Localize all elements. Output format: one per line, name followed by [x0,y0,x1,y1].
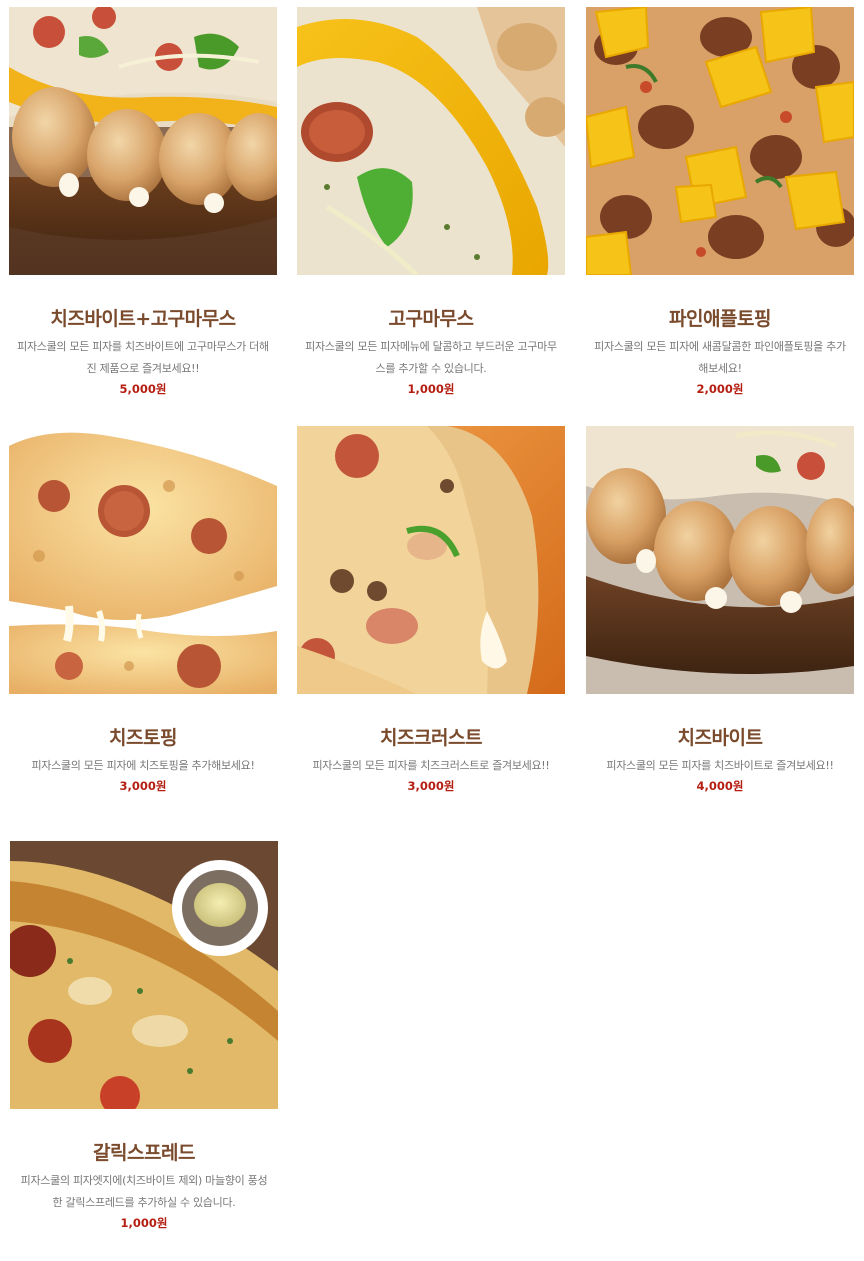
product-description: 피자스쿨의 모든 피자를 치즈바이트에 고구마무스가 더해진 제품으로 즐겨보세… [17,340,269,375]
pineapple-topping-photo [586,7,854,275]
sweet-potato-mousse-photo [297,7,565,275]
product-title[interactable]: 고구마무스 [297,307,565,331]
product-title[interactable]: 치즈크러스트 [297,726,565,750]
product-price: 3,000원 [407,779,455,793]
product-image[interactable] [297,426,565,694]
product-description: 피자스쿨의 모든 피자를 치즈바이트로 즐겨보세요!! [606,759,834,772]
product-card[interactable]: 파인애플토핑 피자스쿨의 모든 피자에 새콤달콤한 파인애플토핑을 추가해보세요… [586,7,854,397]
product-image[interactable] [586,426,854,694]
product-title[interactable]: 파인애플토핑 [586,307,854,331]
product-image[interactable] [586,7,854,275]
product-card[interactable]: 치즈크러스트 피자스쿨의 모든 피자를 치즈크러스트로 즐겨보세요!! 3,00… [297,426,565,794]
product-image[interactable] [9,7,277,275]
product-price: 4,000원 [696,779,744,793]
product-card[interactable]: 치즈토핑 피자스쿨의 모든 피자에 치즈토핑을 추가해보세요! 3,000원 [9,426,277,794]
product-card[interactable]: 치즈바이트+고구마무스 피자스쿨의 모든 피자를 치즈바이트에 고구마무스가 더… [9,7,277,397]
product-price: 2,000원 [696,382,744,396]
product-card[interactable]: 고구마무스 피자스쿨의 모든 피자메뉴에 달콤하고 부드러운 고구마무스를 추가… [297,7,565,397]
product-image[interactable] [297,7,565,275]
product-image[interactable] [9,426,277,694]
product-title[interactable]: 치즈토핑 [9,726,277,750]
product-title[interactable]: 갈릭스프레드 [10,1141,278,1165]
garlic-spread-photo [10,841,278,1109]
product-image[interactable] [10,841,278,1109]
product-price: 5,000원 [119,382,167,396]
product-card[interactable]: 갈릭스프레드 피자스쿨의 피자엣지에(치즈바이트 제외) 마늘향이 풍성한 갈릭… [10,841,278,1231]
product-description: 피자스쿨의 모든 피자에 새콤달콤한 파인애플토핑을 추가해보세요! [594,340,846,375]
product-price: 1,000원 [407,382,455,396]
product-card[interactable]: 치즈바이트 피자스쿨의 모든 피자를 치즈바이트로 즐겨보세요!! 4,000원 [586,426,854,794]
product-description: 피자스쿨의 모든 피자에 치즈토핑을 추가해보세요! [31,759,255,772]
product-title[interactable]: 치즈바이트 [586,726,854,750]
cheese-crust-photo [297,426,565,694]
cheese-bite-sweet-potato-photo [9,7,277,275]
cheese-topping-photo [9,426,277,694]
product-price: 1,000원 [120,1216,168,1230]
product-title[interactable]: 치즈바이트+고구마무스 [9,307,277,331]
product-description: 피자스쿨의 모든 피자메뉴에 달콤하고 부드러운 고구마무스를 추가할 수 있습… [305,340,557,375]
product-grid: 치즈바이트+고구마무스 피자스쿨의 모든 피자를 치즈바이트에 고구마무스가 더… [0,0,864,1261]
cheese-bite-photo [586,426,854,694]
product-price: 3,000원 [119,779,167,793]
product-description: 피자스쿨의 피자엣지에(치즈바이트 제외) 마늘향이 풍성한 갈릭스프레드를 추… [20,1174,268,1209]
product-description: 피자스쿨의 모든 피자를 치즈크러스트로 즐겨보세요!! [312,759,550,772]
